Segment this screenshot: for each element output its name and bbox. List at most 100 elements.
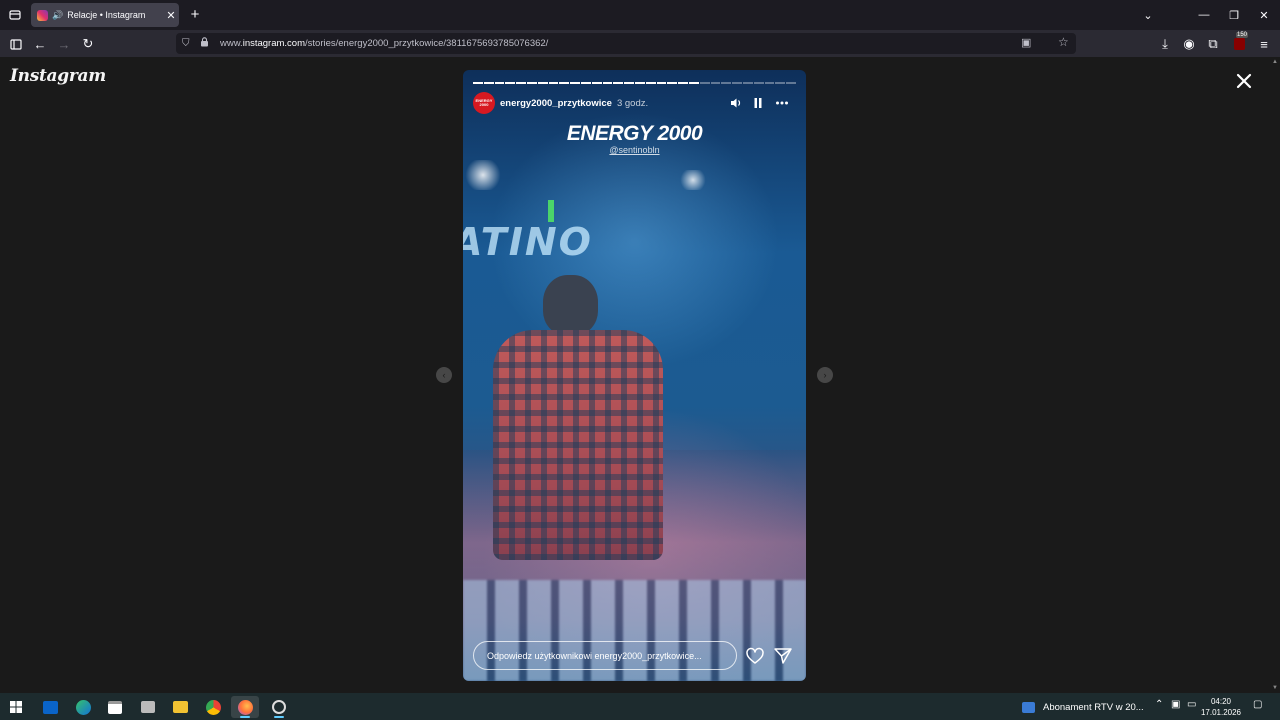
progress-segment [753,82,764,84]
progress-segment [559,82,570,84]
tray-app-icon[interactable]: ▣ [1171,699,1180,710]
story-progress-bar [473,82,796,84]
progress-segment [742,82,753,84]
reload-icon[interactable]: ↻ [77,34,99,54]
progress-segment [602,82,613,84]
led-screen-text: ATINO [463,220,593,264]
tab-overflow-chevron-icon[interactable]: ⌄ [1132,0,1164,30]
bookmark-star-icon[interactable]: ☆ [1058,35,1069,49]
tab-list-icon [9,10,21,20]
new-tab-button[interactable]: + [186,5,204,25]
account-icon[interactable]: ◉ [1178,34,1200,54]
menu-hamburger-icon[interactable]: ≡ [1253,34,1275,54]
previous-story-button[interactable]: ‹ [436,367,452,383]
browser-nav-bar: ← → ↻ ⛉ www.instagram.com/stories/energy… [0,30,1280,57]
news-widget[interactable]: Abonament RTV w 20... [1022,697,1144,717]
story-viewer[interactable]: ATINO ENERGY 2000 energy2000_przytkowice… [463,70,806,681]
progress-segment [483,82,494,84]
edge-icon[interactable] [69,696,97,718]
ublock-icon[interactable]: 150 [1228,32,1250,54]
progress-segment [537,82,548,84]
extensions-icon[interactable]: ⧉ [1202,34,1224,54]
progress-segment [656,82,667,84]
progress-segment [667,82,678,84]
file-explorer-icon[interactable] [166,696,194,718]
tab-instagram[interactable]: 🔊 Relacje • Instagram ✕ [31,3,179,27]
outlook-icon[interactable] [36,696,64,718]
progress-segment [732,82,742,84]
url-domain: instagram.com [242,38,306,49]
progress-segment [710,82,721,84]
pause-icon[interactable] [751,96,765,110]
progress-segment [786,82,796,84]
shield-icon[interactable]: ⛉ [182,38,196,49]
news-icon [1022,701,1035,713]
story-username[interactable]: energy2000_przytkowice [500,98,612,109]
firefox-icon[interactable] [231,696,259,718]
windows-taskbar: Abonament RTV w 20... ⌃ ▣ ▭ 04:20 17.01.… [0,693,1280,720]
chrome-icon[interactable] [199,696,227,718]
close-story-icon[interactable] [1232,69,1256,93]
scroll-down-icon[interactable]: ▼ [1272,685,1278,691]
sidebar-toggle-icon[interactable] [5,34,27,54]
url-bar[interactable]: ⛉ www.instagram.com/stories/energy2000_p… [176,33,1076,54]
clock[interactable]: 04:20 17.01.2026 [1196,696,1246,718]
tab-list-button[interactable] [2,3,28,27]
progress-segment [764,82,775,84]
recorder-icon[interactable] [265,696,293,718]
notifications-icon[interactable]: ▢ [1253,699,1262,710]
progress-segment [526,82,537,84]
progress-segment [634,82,645,84]
store-icon[interactable] [101,696,129,718]
more-options-icon[interactable] [775,96,789,110]
progress-segment [570,82,580,84]
app-icon[interactable] [134,696,162,718]
instagram-favicon-icon [37,9,48,21]
restore-button[interactable]: ❐ [1218,0,1250,30]
progress-segment [473,82,483,84]
progress-segment [721,82,732,84]
page-scrollbar[interactable]: ▲ ▼ [1269,57,1280,693]
speaker-icon[interactable]: 🔊 [52,10,63,21]
performer-body [493,330,663,560]
url-prefix: www. [220,38,243,49]
progress-segment [775,82,786,84]
progress-segment [678,82,688,84]
progress-segment [516,82,526,84]
tab-close-icon[interactable]: ✕ [163,9,179,22]
mention-handle[interactable]: @sentinobln [463,145,806,155]
story-reply-input[interactable]: Odpowiedz użytkownikowi energy2000_przyt… [473,641,737,670]
close-window-button[interactable]: ✕ [1248,0,1280,30]
progress-segment [494,82,505,84]
progress-segment [699,82,710,84]
start-button[interactable] [2,696,30,718]
performer-head [543,275,598,335]
back-arrow-icon[interactable]: ← [29,34,51,54]
reader-view-icon[interactable]: ▣ [1021,36,1031,49]
progress-segment [505,82,516,84]
lock-icon[interactable] [200,37,214,50]
progress-segment [613,82,624,84]
url-text: www.instagram.com/stories/energy2000_prz… [220,38,548,49]
tab-title: Relacje • Instagram [67,10,146,20]
forward-arrow-icon[interactable]: → [53,34,75,54]
story-avatar[interactable]: ENERGY 2000 [473,92,495,114]
minimize-button[interactable]: — [1188,0,1220,30]
next-story-button[interactable]: › [817,367,833,383]
scroll-up-icon[interactable]: ▲ [1272,59,1278,65]
windows-logo-icon [10,701,22,713]
instagram-story-page: Instagram ‹ › ATINO ENERGY 2000 energy20… [0,57,1269,693]
downloads-icon[interactable]: ⤓ [1154,34,1176,54]
volume-icon[interactable] [729,96,743,110]
progress-segment [548,82,559,84]
clock-date: 17.01.2026 [1200,708,1242,717]
clock-time: 04:20 [1210,697,1232,706]
browser-tab-bar: 🔊 Relacje • Instagram ✕ + ⌄ — ❐ ✕ [0,0,1280,30]
share-direct-icon[interactable] [773,646,793,666]
instagram-logo[interactable]: Instagram [10,66,106,86]
stage-light-right [678,170,708,190]
heart-icon[interactable] [745,646,765,666]
tray-overflow-chevron-icon[interactable]: ⌃ [1155,699,1163,710]
stage-light-left [463,160,503,190]
progress-segment [591,82,602,84]
